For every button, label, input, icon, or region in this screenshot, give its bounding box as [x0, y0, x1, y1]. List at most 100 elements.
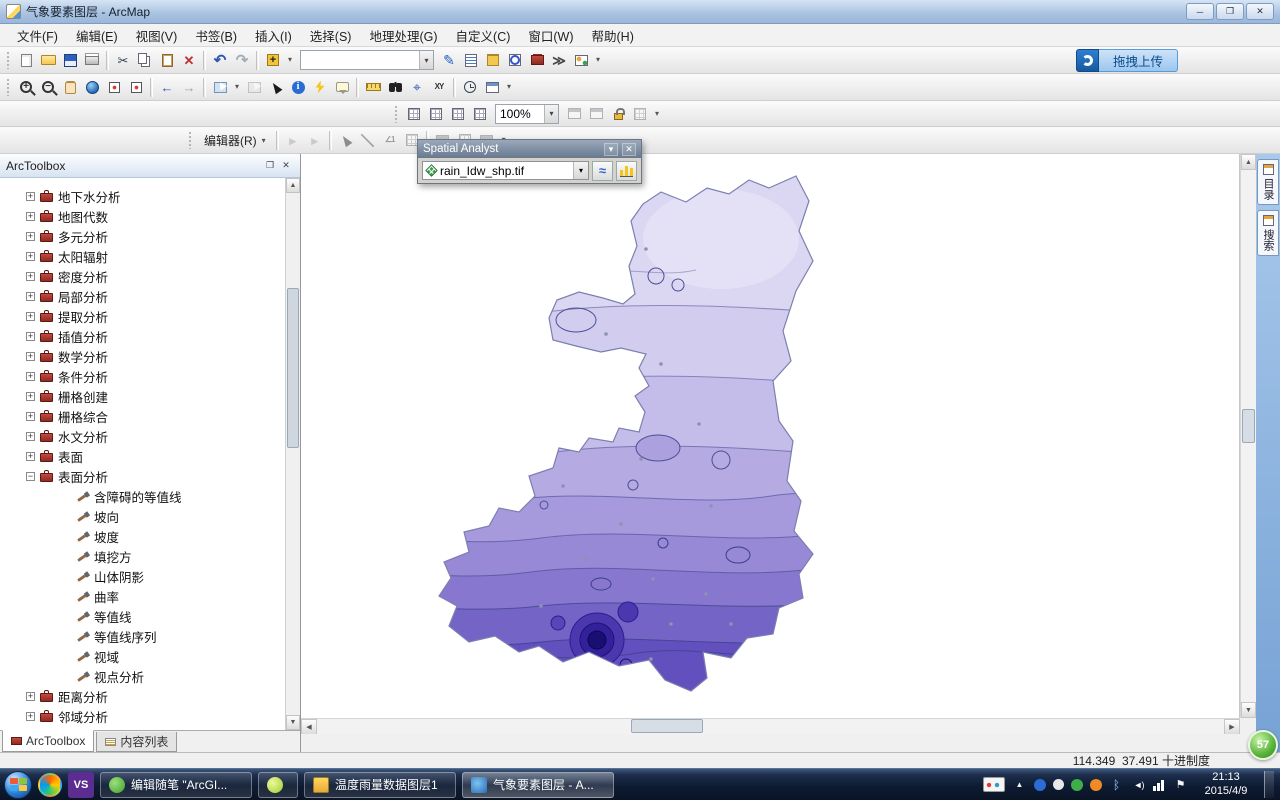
combo-dropdown-arrow[interactable]: ▾: [573, 162, 588, 179]
editor-prev-button[interactable]: ▸: [282, 129, 304, 151]
tree-item[interactable]: 栅格创建: [0, 386, 300, 406]
hidden-icons-chevron[interactable]: ▲: [1012, 777, 1027, 792]
tree-expander[interactable]: [26, 211, 35, 221]
find-route-button[interactable]: ⌖: [406, 76, 428, 98]
standard-toolbar-dropdown[interactable]: ▾: [592, 49, 604, 71]
panel-windowed-button[interactable]: ❐: [262, 159, 278, 173]
taskbar-window-blog-editor[interactable]: 编辑随笔 "ArcGI...: [100, 771, 252, 798]
tree-item[interactable]: 密度分析: [0, 266, 300, 286]
tree-item[interactable]: 提取分析: [0, 306, 300, 326]
lock-pan-zoom-button[interactable]: [607, 103, 629, 125]
bluetooth-icon[interactable]: ᛒ: [1109, 777, 1124, 792]
tree-scrollbar[interactable]: ▲ ▼: [285, 178, 300, 730]
add-data-dropdown[interactable]: ▾: [284, 49, 296, 71]
straight-segment-button[interactable]: [357, 129, 379, 151]
html-popup-button[interactable]: [331, 76, 353, 98]
spatial-analyst-titlebar[interactable]: Spatial Analyst ▾ ✕: [418, 140, 641, 158]
tree-expander[interactable]: [26, 411, 35, 421]
editor-menu-button[interactable]: 编辑器(R) ▾: [197, 130, 273, 151]
tree-item[interactable]: 坡度: [0, 526, 300, 546]
maximize-button[interactable]: ❐: [1216, 3, 1244, 20]
scroll-up-arrow[interactable]: ▲: [1241, 154, 1256, 170]
tree-item[interactable]: 坡向: [0, 506, 300, 526]
menu-item[interactable]: 窗口(W): [519, 24, 582, 47]
tree-item[interactable]: 等值线序列: [0, 626, 300, 646]
scroll-up-arrow[interactable]: ▲: [286, 178, 300, 193]
tree-expander[interactable]: [26, 431, 35, 441]
menu-item[interactable]: 文件(F): [8, 24, 67, 47]
minimize-button[interactable]: ─: [1186, 3, 1214, 20]
tree-item[interactable]: 多元分析: [0, 226, 300, 246]
zoom-page-width-button[interactable]: [447, 103, 469, 125]
spatial-analyst-toolbar[interactable]: Spatial Analyst ▾ ✕ rain_Idw_shp.tif ▾ ≈: [417, 139, 642, 184]
change-layout-button[interactable]: [585, 103, 607, 125]
map-vscroll-thumb[interactable]: [1242, 409, 1255, 443]
scroll-down-arrow[interactable]: ▼: [1241, 702, 1256, 718]
python-window-button[interactable]: ≫: [548, 49, 570, 71]
select-features-button[interactable]: [209, 76, 231, 98]
dock-tab[interactable]: 搜索: [1257, 210, 1279, 256]
map-scale-combo[interactable]: ▾: [300, 50, 434, 70]
edit-tool-button[interactable]: [335, 129, 357, 151]
close-button[interactable]: ✕: [1246, 3, 1274, 20]
construction-tool-button[interactable]: ∠1: [379, 129, 401, 151]
spatial-analyst-close-button[interactable]: ✕: [622, 142, 636, 156]
tree-item[interactable]: 表面分析: [0, 466, 300, 486]
drag-upload-button[interactable]: 拖拽上传: [1075, 48, 1178, 72]
taskbar-clock[interactable]: 21:13 2015/4/9: [1195, 771, 1257, 799]
toolbar-grip[interactable]: [188, 131, 193, 149]
zoom-whole-page-button[interactable]: [403, 103, 425, 125]
tree-item[interactable]: 插值分析: [0, 326, 300, 346]
select-elements-button[interactable]: [265, 76, 287, 98]
volume-icon[interactable]: ◄): [1131, 777, 1146, 792]
search-window-button[interactable]: [504, 49, 526, 71]
zoom-100-button[interactable]: [425, 103, 447, 125]
tree-item[interactable]: 局部分析: [0, 286, 300, 306]
catalog-window-button[interactable]: [482, 49, 504, 71]
save-button[interactable]: [59, 49, 81, 71]
add-data-button[interactable]: +: [262, 49, 284, 71]
select-features-dropdown[interactable]: ▾: [231, 76, 243, 98]
menu-item[interactable]: 插入(I): [246, 24, 301, 47]
tree-item[interactable]: 等值线: [0, 606, 300, 626]
back-extent-button[interactable]: ←: [156, 76, 178, 98]
layout-toolbar-dropdown[interactable]: ▾: [651, 103, 663, 125]
table-of-contents-button[interactable]: [460, 49, 482, 71]
combo-dropdown-arrow[interactable]: ▾: [419, 51, 433, 69]
tree-expander[interactable]: [26, 291, 35, 301]
spatial-analyst-dropdown[interactable]: ▾: [604, 142, 618, 156]
show-desktop-button[interactable]: [1264, 770, 1274, 799]
ime-icon[interactable]: [983, 777, 1005, 792]
update-icon[interactable]: [1090, 778, 1102, 791]
tree-item[interactable]: 地图代数: [0, 206, 300, 226]
map-vertical-scrollbar[interactable]: ▲ ▼: [1240, 154, 1256, 718]
fixed-zoom-in-button[interactable]: [103, 76, 125, 98]
tree-expander[interactable]: [26, 191, 35, 201]
layer-select-combo[interactable]: rain_Idw_shp.tif ▾: [422, 161, 589, 180]
create-contour-button[interactable]: ≈: [592, 160, 613, 181]
hyperlink-button[interactable]: [309, 76, 331, 98]
taskbar-icon-browser[interactable]: [258, 771, 298, 798]
shield-icon[interactable]: [1034, 778, 1046, 791]
tree-item[interactable]: 视点分析: [0, 666, 300, 686]
dock-tab[interactable]: 目录: [1257, 159, 1279, 205]
measure-button[interactable]: [362, 76, 384, 98]
zoom-in-button[interactable]: +: [15, 76, 37, 98]
tree-item[interactable]: 视域: [0, 646, 300, 666]
tree-item[interactable]: 山体阴影: [0, 566, 300, 586]
fixed-zoom-out-button[interactable]: [125, 76, 147, 98]
tree-item[interactable]: 数学分析: [0, 346, 300, 366]
tree-expander[interactable]: [26, 251, 35, 261]
tree-item[interactable]: 含障碍的等值线: [0, 486, 300, 506]
tree-expander[interactable]: [26, 371, 35, 381]
tree-item[interactable]: 表面: [0, 446, 300, 466]
tree-item[interactable]: 条件分析: [0, 366, 300, 386]
focus-data-frame-button[interactable]: [563, 103, 585, 125]
tree-item[interactable]: 水文分析: [0, 426, 300, 446]
tree-expander[interactable]: [26, 451, 35, 461]
menu-item[interactable]: 帮助(H): [583, 24, 643, 47]
tree-scroll-thumb[interactable]: [287, 288, 299, 448]
editor-next-button[interactable]: ▸: [304, 129, 326, 151]
arctoolbox-window-button[interactable]: [526, 49, 548, 71]
speed-ball-overlay[interactable]: 57: [1248, 730, 1278, 760]
